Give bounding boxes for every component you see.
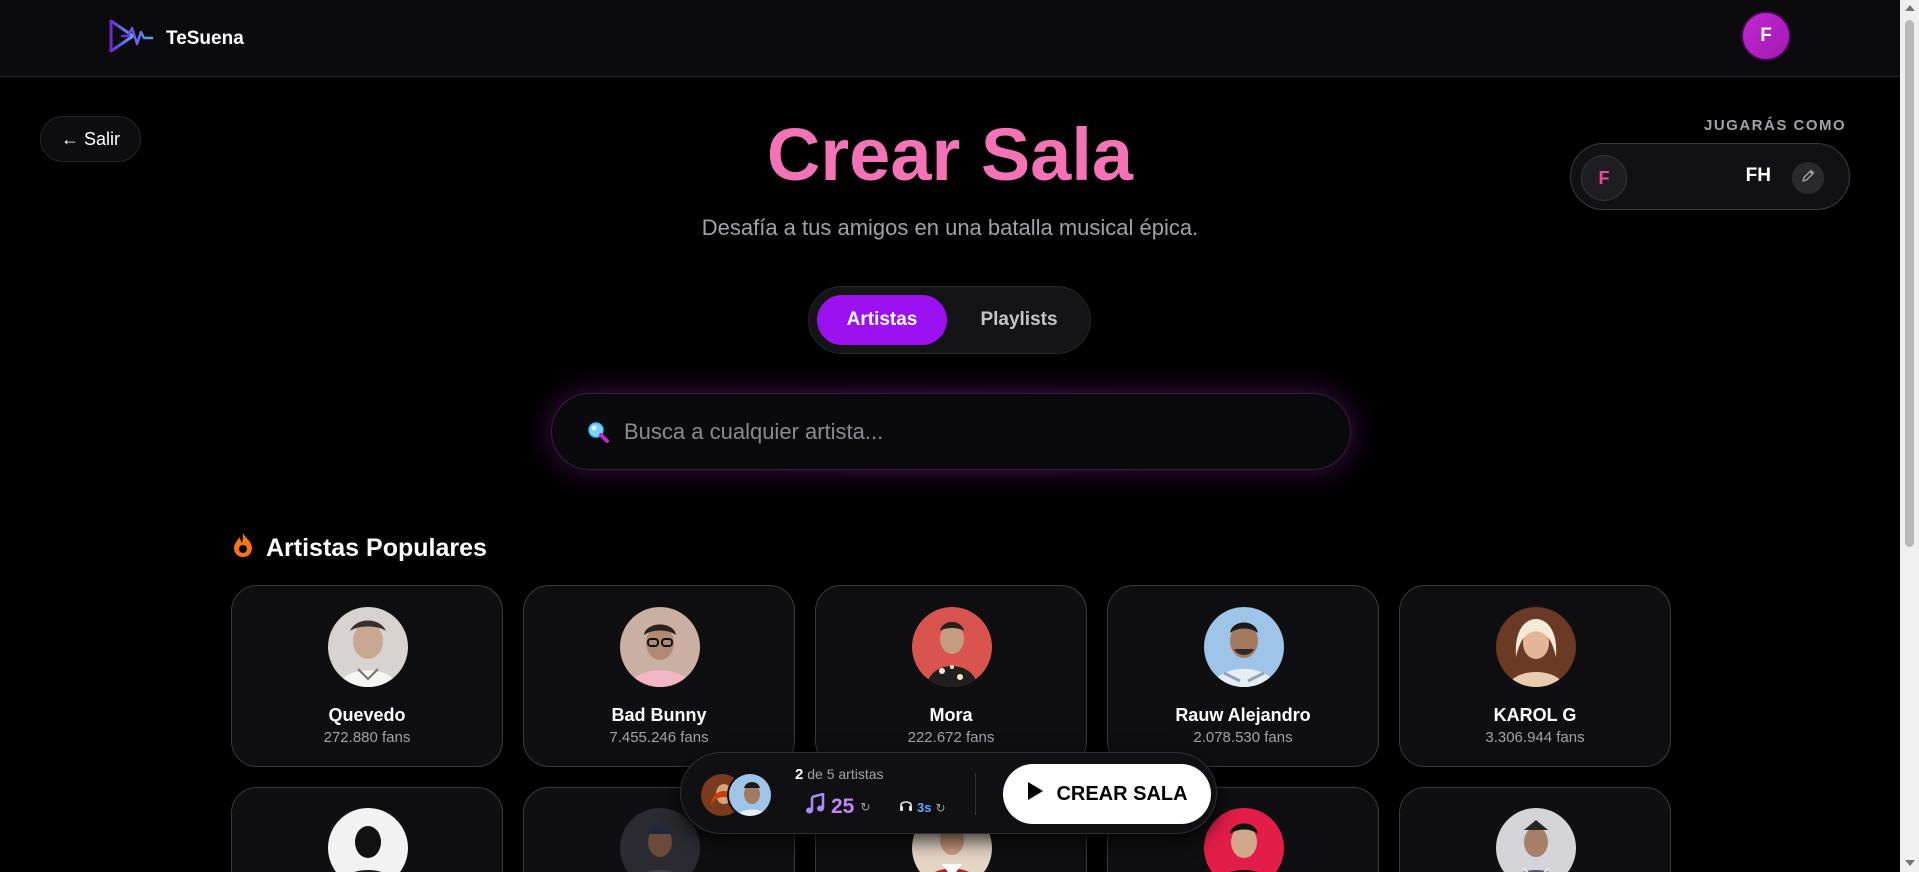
artist-card[interactable]: KAROL G 3.306.944 fans: [1399, 585, 1671, 767]
cycle-icon: ↻: [935, 800, 946, 815]
headphones-icon: [899, 798, 913, 817]
artist-name: Rauw Alejandro: [1175, 705, 1311, 725]
tab-artistas[interactable]: Artistas: [817, 295, 947, 345]
search-box[interactable]: [551, 393, 1351, 470]
artist-photo: [912, 607, 992, 687]
artist-fans: 2.078.530 fans: [1193, 729, 1293, 746]
artist-name: Quevedo: [328, 705, 406, 725]
artist-fans: 3.306.944 fans: [1485, 729, 1585, 746]
scroll-down-arrow-icon[interactable]: [1905, 860, 1915, 866]
section-title: Artistas Populares: [266, 534, 487, 562]
scrollbar-thumb[interactable]: [1905, 20, 1914, 547]
top-navbar: TeSuena F: [0, 0, 1900, 77]
create-room-button[interactable]: CREAR SALA: [1003, 764, 1211, 824]
artist-photo: [1496, 808, 1576, 872]
create-room-label: CREAR SALA: [1056, 782, 1188, 805]
artist-name: KAROL G: [1493, 705, 1577, 725]
artist-photo: [1204, 607, 1284, 687]
divider: [975, 773, 976, 815]
brand-name: TeSuena: [166, 27, 244, 49]
user-avatar-button[interactable]: F: [1741, 11, 1791, 61]
selected-count-number: 2: [795, 766, 804, 783]
artist-photo: [620, 607, 700, 687]
artist-card[interactable]: Mora 222.672 fans: [815, 585, 1087, 767]
selected-count-total: de 5 artistas: [807, 766, 884, 782]
play-icon: [1026, 781, 1044, 807]
artist-card[interactable]: Rauw Alejandro 2.078.530 fans: [1107, 585, 1379, 767]
search-input[interactable]: [624, 408, 1314, 456]
songs-count: 25: [831, 794, 855, 818]
artist-photo: [1496, 607, 1576, 687]
artist-photo: [328, 808, 408, 872]
artist-fans: 7.455.246 fans: [609, 729, 709, 746]
artist-card[interactable]: [231, 787, 503, 872]
play-wave-logo-icon: [108, 18, 154, 59]
duration-setting[interactable]: 3s ↻: [899, 798, 946, 817]
fire-icon: [232, 532, 254, 565]
selected-count: 2 de 5 artistas: [795, 766, 884, 783]
artist-photo: [328, 607, 408, 687]
selected-artists-stack[interactable]: [699, 772, 779, 818]
artist-name: Mora: [929, 705, 973, 725]
selected-artist-avatar: [727, 772, 773, 818]
search-icon: [586, 420, 610, 449]
scroll-up-arrow-icon[interactable]: [1905, 5, 1915, 11]
page-subtitle: Desafía a tus amigos en una batalla musi…: [701, 215, 1199, 240]
artist-card[interactable]: [1399, 787, 1671, 872]
artist-name: Bad Bunny: [611, 705, 707, 725]
page-title: Crear Sala: [766, 113, 1134, 196]
brand-logo-link[interactable]: TeSuena: [108, 18, 244, 59]
artist-fans: 222.672 fans: [907, 729, 995, 746]
tab-playlists[interactable]: Playlists: [954, 295, 1084, 345]
songs-setting[interactable]: 25 ↻: [805, 792, 871, 820]
music-note-icon: [805, 792, 825, 820]
artist-fans: 272.880 fans: [323, 729, 411, 746]
artist-card[interactable]: Quevedo 272.880 fans: [231, 585, 503, 767]
artist-card[interactable]: Bad Bunny 7.455.246 fans: [523, 585, 795, 767]
source-tabs: Artistas Playlists: [808, 286, 1091, 354]
page-scrollbar[interactable]: [1900, 0, 1919, 872]
create-room-bar: 2 de 5 artistas 25 ↻ 3s ↻ CREAR SALA: [680, 752, 1217, 834]
cycle-icon: ↻: [860, 799, 871, 814]
section-heading: Artistas Populares: [232, 532, 487, 565]
artist-photo: [1204, 808, 1284, 872]
duration-value: 3s: [917, 800, 932, 815]
